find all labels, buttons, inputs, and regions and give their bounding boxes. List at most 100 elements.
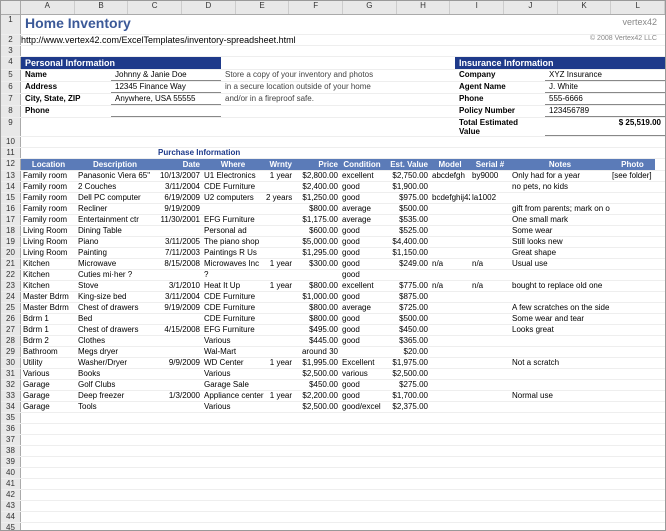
cell-notes[interactable]: Usual use (510, 259, 610, 269)
cell-where[interactable]: Paintings R Us (202, 248, 264, 258)
cell-condition[interactable]: excellent (340, 171, 384, 181)
cell-where[interactable]: CDE Furniture (202, 292, 264, 302)
cell-date[interactable]: 9/9/2009 (154, 358, 202, 368)
table-row[interactable]: 31 Various Books Various $2,500.00 vario… (1, 369, 665, 380)
cell-wrnty[interactable] (264, 369, 294, 379)
cell-est[interactable]: $500.00 (384, 314, 430, 324)
cell-wrnty[interactable] (264, 248, 294, 258)
row-12-headers[interactable]: 12 Location Description Date Where Wrnty… (1, 159, 665, 171)
cell-description[interactable]: Dell PC computer (76, 193, 154, 203)
empty-row[interactable]: 38 (1, 446, 665, 457)
cell-condition[interactable]: good (340, 182, 384, 192)
cell-description[interactable]: King-size bed (76, 292, 154, 302)
col-d[interactable]: D (182, 1, 236, 14)
cell-price[interactable]: $300.00 (294, 259, 340, 269)
phone-value[interactable] (111, 106, 221, 117)
cell-serial[interactable]: la1002 (470, 193, 510, 203)
cell-wrnty[interactable] (264, 325, 294, 335)
cell-serial[interactable] (470, 325, 510, 335)
cell-model[interactable] (430, 248, 470, 258)
cell-condition[interactable]: good (340, 259, 384, 269)
cell-wrnty[interactable]: 1 year (264, 281, 294, 291)
empty-row[interactable]: 42 (1, 490, 665, 501)
col-h[interactable]: H (397, 1, 451, 14)
cell-price[interactable]: $600.00 (294, 226, 340, 236)
cell-est[interactable]: $1,150.00 (384, 248, 430, 258)
cell-notes[interactable] (510, 402, 610, 412)
cell-serial[interactable] (470, 391, 510, 401)
cell-serial[interactable] (470, 303, 510, 313)
cell-est[interactable]: $775.00 (384, 281, 430, 291)
cell-date[interactable]: 3/1/2010 (154, 281, 202, 291)
cell-photo[interactable] (610, 347, 655, 357)
table-row[interactable]: 34 Garage Tools Various $2,500.00 good/e… (1, 402, 665, 413)
cell-condition[interactable]: good (340, 270, 384, 280)
cell-photo[interactable] (610, 237, 655, 247)
cell-serial[interactable] (470, 358, 510, 368)
cell-price[interactable]: $1,175.00 (294, 215, 340, 225)
cell-location[interactable]: Utility (21, 358, 76, 368)
col-a[interactable]: A (21, 1, 75, 14)
cell-location[interactable]: Family room (21, 171, 76, 181)
cell-price[interactable]: $1,995.00 (294, 358, 340, 368)
row-10[interactable]: 10 (1, 137, 665, 148)
cell-where[interactable]: EFG Furniture (202, 325, 264, 335)
policy-value[interactable]: 123456789 (545, 106, 665, 117)
cell-est[interactable]: $2,500.00 (384, 369, 430, 379)
cell-est[interactable]: $2,375.00 (384, 402, 430, 412)
addr-value[interactable]: 12345 Finance Way (111, 82, 221, 93)
cell-photo[interactable] (610, 314, 655, 324)
empty-row[interactable]: 44 (1, 512, 665, 523)
col-b[interactable]: B (75, 1, 129, 14)
cell-location[interactable]: Various (21, 369, 76, 379)
cell-photo[interactable] (610, 226, 655, 236)
cell-photo[interactable] (610, 380, 655, 390)
cell-price[interactable]: $800.00 (294, 281, 340, 291)
table-row[interactable]: 32 Garage Golf Clubs Garage Sale $450.00… (1, 380, 665, 391)
cell-model[interactable] (430, 204, 470, 214)
cell-location[interactable]: Bathroom (21, 347, 76, 357)
cell-photo[interactable] (610, 303, 655, 313)
col-c[interactable]: C (128, 1, 182, 14)
cell-photo[interactable] (610, 292, 655, 302)
cell-date[interactable]: 3/11/2005 (154, 237, 202, 247)
cell-wrnty[interactable]: 1 year (264, 171, 294, 181)
cell-date[interactable]: 11/30/2001 (154, 215, 202, 225)
cell-description[interactable]: Cuties mi·her ? (76, 270, 154, 280)
cell-condition[interactable]: good (340, 237, 384, 247)
cell-notes[interactable]: gift from parents; mark on one arm (510, 204, 610, 214)
cell-description[interactable]: Recliner (76, 204, 154, 214)
cell-notes[interactable]: no pets, no kids (510, 182, 610, 192)
cell-description[interactable]: Books (76, 369, 154, 379)
cell-wrnty[interactable] (264, 303, 294, 313)
cell-price[interactable]: $5,000.00 (294, 237, 340, 247)
cell-est[interactable]: $535.00 (384, 215, 430, 225)
cell-condition[interactable]: Excellent (340, 358, 384, 368)
table-row[interactable]: 17 Family room Entertainment ctr 11/30/2… (1, 215, 665, 226)
table-row[interactable]: 16 Family room Recliner 9/19/2009 $800.0… (1, 204, 665, 215)
cell-serial[interactable]: by9000 (470, 171, 510, 181)
cell-description[interactable]: Golf Clubs (76, 380, 154, 390)
cell-date[interactable] (154, 336, 202, 346)
cell-location[interactable]: Living Room (21, 248, 76, 258)
cell-serial[interactable] (470, 347, 510, 357)
cell-where[interactable]: Garage Sale (202, 380, 264, 390)
cell-serial[interactable] (470, 314, 510, 324)
cell-price[interactable]: $2,400.00 (294, 182, 340, 192)
cell-est[interactable] (384, 270, 430, 280)
cell-where[interactable]: EFG Furniture (202, 215, 264, 225)
table-row[interactable]: 30 Utility Washer/Dryer 9/9/2009 WD Cent… (1, 358, 665, 369)
cell-est[interactable]: $249.00 (384, 259, 430, 269)
cell-wrnty[interactable] (264, 402, 294, 412)
ins-phone-value[interactable]: 555-6666 (545, 94, 665, 105)
row-8[interactable]: 8 Phone Policy Number123456789 (1, 106, 665, 118)
csz-value[interactable]: Anywhere, USA 55555 (111, 94, 221, 105)
cell-model[interactable]: abcdefgh (430, 171, 470, 181)
cell-date[interactable]: 4/15/2008 (154, 325, 202, 335)
cell-est[interactable]: $2,750.00 (384, 171, 430, 181)
cell-location[interactable]: Garage (21, 380, 76, 390)
cell-price[interactable]: $2,500.00 (294, 369, 340, 379)
cell-model[interactable] (430, 402, 470, 412)
cell-serial[interactable] (470, 270, 510, 280)
cell-date[interactable]: 9/19/2009 (154, 204, 202, 214)
